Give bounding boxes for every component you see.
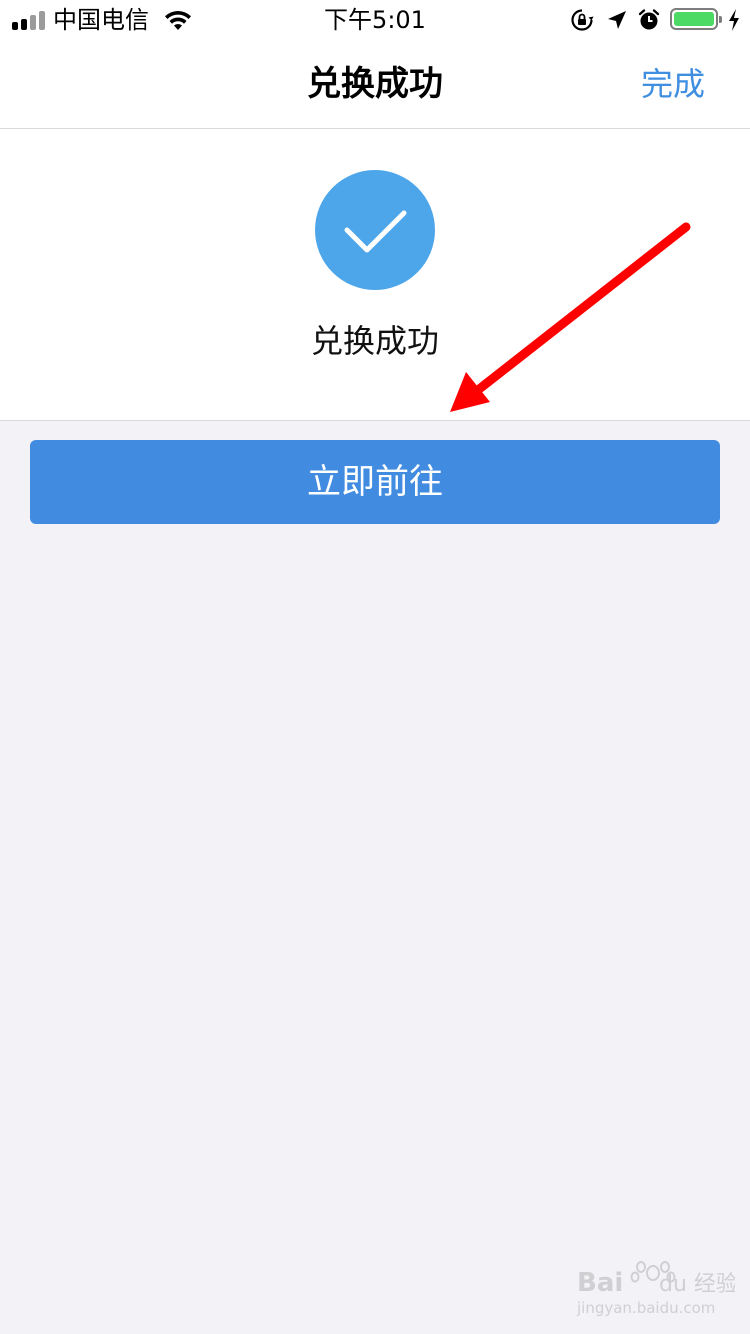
success-card: 兑换成功: [0, 129, 750, 421]
alarm-icon: [638, 9, 660, 30]
location-arrow-icon: [608, 11, 626, 29]
success-message: 兑换成功: [310, 322, 439, 360]
screen: 中国电信 下午5:01 兑换成功 完成 兑换成功 立即前往 Bai du 经验 …: [0, 0, 750, 1334]
baidu-jingyan-watermark: Bai du 经验 jingyan.baidu.com: [575, 1255, 738, 1319]
page-title: 兑换成功: [307, 64, 443, 104]
nav-bar: 兑换成功 完成: [0, 40, 750, 129]
checkmark-icon: [344, 210, 407, 253]
success-badge: [315, 170, 435, 290]
done-button[interactable]: 完成: [641, 40, 705, 128]
charging-bolt-icon: [729, 9, 739, 31]
orientation-lock-icon: [571, 9, 594, 31]
svg-text:Bai: Bai: [577, 1268, 623, 1298]
status-bar: 中国电信 下午5:01: [0, 0, 750, 40]
svg-text:du 经验: du 经验: [659, 1272, 735, 1297]
battery-icon: [670, 8, 722, 30]
go-now-button[interactable]: 立即前往: [30, 440, 720, 524]
svg-text:jingyan.baidu.com: jingyan.baidu.com: [576, 1299, 715, 1317]
